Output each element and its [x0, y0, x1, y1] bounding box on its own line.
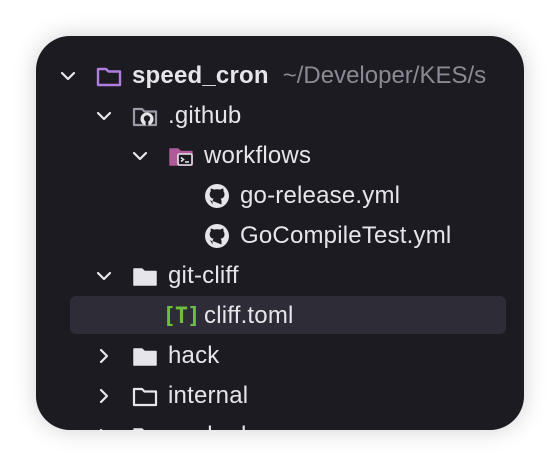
tree-row-git-cliff[interactable]: git-cliff — [36, 256, 524, 296]
tree-item-label: go-release.yml — [240, 182, 401, 209]
chevron-down-icon[interactable] — [130, 146, 150, 166]
tree-row-packed[interactable]: packed — [36, 416, 524, 430]
tree-item-label: git-cliff — [168, 262, 239, 289]
tree-item-label: workflows — [204, 142, 312, 169]
chevron-down-icon[interactable] — [94, 106, 114, 126]
tree-row-workflows[interactable]: workflows — [36, 136, 524, 176]
tree-row-hack[interactable]: hack — [36, 336, 524, 376]
project-tree-panel: speed_cron ~/Developer/KES/s .github wor… — [36, 36, 524, 430]
folder-icon — [130, 342, 160, 370]
folder-outline-icon — [94, 62, 124, 90]
chevron-right-icon[interactable] — [94, 386, 114, 406]
chevron-right-icon[interactable] — [94, 426, 114, 430]
chevron-right-icon[interactable] — [94, 346, 114, 366]
folder-icon — [130, 422, 160, 430]
folder-icon — [130, 262, 160, 290]
tree-item-label: .github — [168, 102, 242, 129]
tree-row-speed-cron[interactable]: speed_cron ~/Developer/KES/s — [36, 56, 524, 96]
chevron-down-icon[interactable] — [94, 266, 114, 286]
github-icon — [202, 182, 232, 210]
github-icon — [202, 222, 232, 250]
tree-item-label: packed — [168, 422, 247, 430]
tree-item-label: internal — [168, 382, 249, 409]
tree-row-cliff-toml[interactable]: [T] cliff.toml — [36, 296, 524, 336]
file-tree: speed_cron ~/Developer/KES/s .github wor… — [36, 56, 524, 430]
workflows-folder-icon — [166, 142, 196, 170]
project-name: speed_cron — [132, 62, 269, 89]
tree-row-github[interactable]: .github — [36, 96, 524, 136]
tree-item-label: GoCompileTest.yml — [240, 222, 452, 249]
toml-icon: [T] — [162, 303, 201, 329]
tree-row-internal[interactable]: internal — [36, 376, 524, 416]
chevron-down-icon[interactable] — [58, 66, 78, 86]
github-folder-icon — [130, 102, 160, 130]
tree-item-label: cliff.toml — [204, 302, 294, 329]
folder-outline-icon — [130, 382, 160, 410]
tree-item-label: hack — [168, 342, 220, 369]
tree-row-gocompiletest[interactable]: GoCompileTest.yml — [36, 216, 524, 256]
tree-row-go-release[interactable]: go-release.yml — [36, 176, 524, 216]
project-path: ~/Developer/KES/s — [282, 62, 487, 89]
